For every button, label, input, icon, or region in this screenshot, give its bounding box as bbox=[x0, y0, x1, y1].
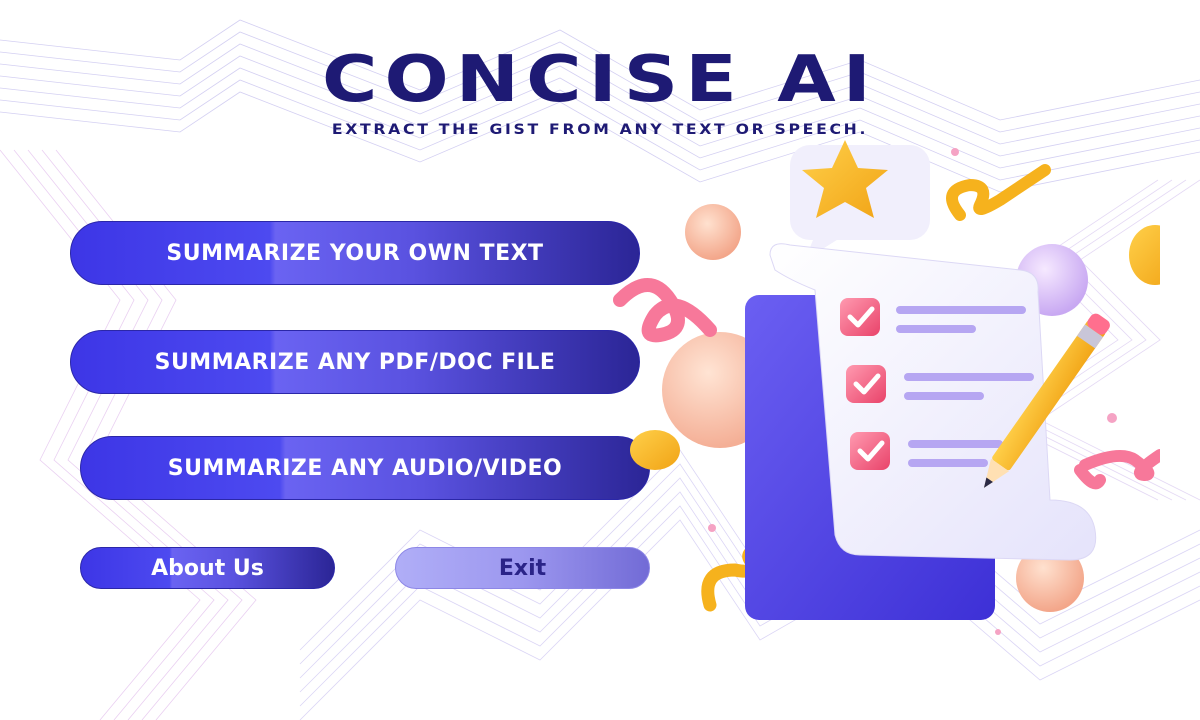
checkbox-3 bbox=[850, 432, 890, 470]
app-title: CONCISE AI bbox=[322, 43, 878, 117]
summarize-text-label: SUMMARIZE YOUR OWN TEXT bbox=[166, 240, 544, 266]
decor-sphere bbox=[685, 204, 741, 260]
summarize-pdf-button[interactable]: SUMMARIZE ANY PDF/DOC FILE bbox=[70, 330, 640, 394]
summarize-text-button[interactable]: SUMMARIZE YOUR OWN TEXT bbox=[70, 221, 640, 285]
exit-label: Exit bbox=[498, 555, 547, 581]
decor-squiggle bbox=[1079, 449, 1160, 482]
checkbox-2 bbox=[846, 365, 886, 403]
decor-squiggle bbox=[1074, 464, 1106, 490]
summarize-audio-label: SUMMARIZE ANY AUDIO/VIDEO bbox=[167, 455, 563, 481]
decor-coin bbox=[630, 430, 680, 470]
decor-squiggle bbox=[613, 278, 717, 343]
decor-coin bbox=[1129, 225, 1160, 285]
about-us-label: About Us bbox=[151, 555, 264, 581]
checklist-document-icon bbox=[613, 140, 1160, 635]
checkbox-1 bbox=[840, 298, 880, 336]
summarize-audio-button[interactable]: SUMMARIZE ANY AUDIO/VIDEO bbox=[80, 436, 650, 500]
summarize-pdf-label: SUMMARIZE ANY PDF/DOC FILE bbox=[154, 349, 556, 375]
about-us-button[interactable]: About Us bbox=[80, 547, 335, 589]
decor-squiggle bbox=[946, 164, 1051, 221]
